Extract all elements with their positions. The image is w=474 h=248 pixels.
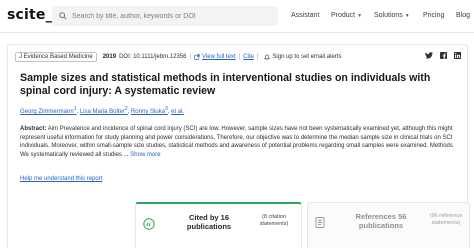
author-link[interactable]: Ronny Sluka3 [130,106,168,115]
chevron-down-icon: ▼ [404,12,410,19]
author-link[interactable]: Lisa Maria Bolter2 [79,106,128,115]
journal-badge[interactable]: J Evidence Based Medicine [15,52,97,62]
author-affiliation: 3 [165,106,168,112]
search-input[interactable] [72,12,272,20]
references-count: References 56 publications [355,212,407,230]
nav-blog[interactable]: Blog [456,12,470,19]
separator: | [238,54,241,60]
nav-assistant[interactable]: Assistant [291,12,319,19]
author-name: Lisa Maria Bolter [79,109,125,115]
separator: | [256,54,259,60]
nav-blog-label: Blog [456,12,471,19]
external-link-icon [194,54,200,60]
nav-solutions-label: Solutions [374,12,403,19]
email-alerts-link[interactable]: Sign up to set email alerts [272,54,341,60]
author-affiliation: 1 [73,106,77,112]
publication-year: 2019 [102,54,117,60]
doi: DOI: 10.1111/jebm.12356 [119,54,187,60]
abstract: Abstract: Aim Prevalence and incidence o… [20,125,460,159]
nav-pricing[interactable]: Pricing [423,12,444,19]
share-links [425,52,461,59]
citation-statements-count: (8 citation statements) [259,214,289,227]
chevron-down-icon: ▼ [357,12,363,19]
twitter-icon[interactable] [425,52,433,59]
nav-product-label: Product [331,12,356,19]
nav-assistant-label: Assistant [291,12,320,19]
nav-product[interactable]: Product ▼ [331,12,362,19]
facebook-icon[interactable] [440,52,447,59]
separator: | [189,54,192,60]
nav-pricing-label: Pricing [423,12,445,19]
bell-icon [264,54,271,60]
abstract-label: Abstract: [20,126,47,132]
author-name: Georg Zimmermann [20,109,74,115]
search-bar[interactable] [52,6,278,26]
references-tab[interactable]: References 56 publications (96 reference… [307,202,470,248]
quote-bubble-icon [143,217,155,235]
cited-by-count: Cited by 16 publications [186,213,232,231]
article-title: Sample sizes and statistical methods in … [20,72,431,97]
reference-statements-count: (96 reference statements) [429,213,463,226]
show-more-button[interactable]: Show more [130,152,160,158]
abstract-text: Aim Prevalence and incidence of spinal c… [20,126,453,158]
et-al-link[interactable]: et al. [171,109,184,115]
help-understand-link[interactable]: Help me understand this report [20,176,102,182]
article-meta: J Evidence Based Medicine 2019 DOI: 10.1… [15,52,341,62]
author-affiliation: 2 [124,106,128,112]
cite-link[interactable]: Cite [243,54,254,60]
linkedin-icon[interactable] [454,52,461,59]
document-list-icon [315,216,326,234]
author-link[interactable]: Georg Zimmermann1 [20,106,77,115]
search-icon [54,6,72,26]
scite-logo[interactable]: scite_ [7,7,53,23]
top-nav: scite_ Assistant Product▼ Solutions▼ Pri… [0,0,474,33]
view-full-text-link[interactable]: View full text [202,54,236,60]
author-name: Ronny Sluka [130,109,165,115]
article-card: J Evidence Based Medicine 2019 DOI: 10.1… [7,44,470,248]
nav-solutions[interactable]: Solutions ▼ [374,12,410,19]
author-list: Georg Zimmermann1, Lisa Maria Bolter2, R… [20,106,185,115]
cited-by-tab[interactable]: Cited by 16 publications (8 citation sta… [135,202,302,248]
